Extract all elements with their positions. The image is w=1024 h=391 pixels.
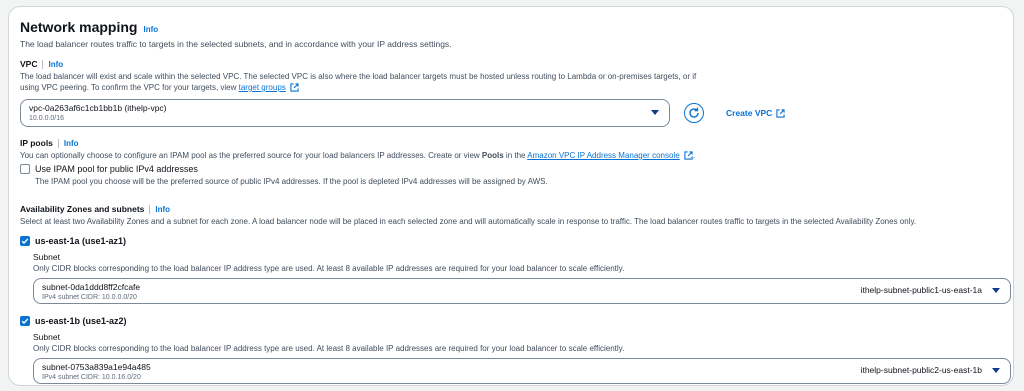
external-link-icon: [684, 151, 693, 160]
subnet-id: subnet-0753a839a1e94a485: [42, 362, 151, 372]
subnet-select-left: subnet-0da1ddd8ff2cfcafe IPv4 subnet CID…: [42, 282, 140, 303]
panel-header: Network mapping Info: [20, 19, 1002, 35]
subnet-name: ithelp-subnet-public1-us-east-1a: [860, 285, 982, 295]
zone-body: Subnet Only CIDR blocks corresponding to…: [33, 332, 1011, 384]
zone-us-east-1b: us-east-1b (use1-az2) Subnet Only CIDR b…: [20, 316, 1011, 384]
vpc-description-line2: using VPC peering. To confirm the VPC fo…: [20, 82, 1002, 93]
network-mapping-panel: Network mapping Info The load balancer r…: [8, 6, 1014, 386]
zone-us-east-1a: us-east-1a (use1-az1) Subnet Only CIDR b…: [20, 236, 1011, 304]
zone-label[interactable]: us-east-1a (use1-az1): [35, 236, 126, 246]
create-vpc-link[interactable]: Create VPC: [726, 108, 785, 118]
vpc-select[interactable]: vpc-0a263af6c1cb1bb1b (ithelp-vpc) 10.0.…: [20, 99, 670, 127]
checkmark-icon: [21, 238, 29, 245]
title-info-link[interactable]: Info: [143, 25, 158, 34]
ipam-checkbox[interactable]: [20, 164, 30, 174]
vpc-label-row: VPC Info: [20, 59, 1002, 69]
ip-pools-info-link[interactable]: Info: [64, 139, 79, 148]
subnet-description: Only CIDR blocks corresponding to the lo…: [33, 344, 625, 353]
ip-pools-description-suffix: .: [692, 151, 696, 160]
caret-down-icon: [992, 288, 1000, 293]
zone-label[interactable]: us-east-1b (use1-az2): [35, 316, 127, 326]
page-title: Network mapping: [20, 19, 138, 35]
subnet-select-left: subnet-0753a839a1e94a485 IPv4 subnet CID…: [42, 362, 151, 383]
az-label: Availability Zones and subnets: [20, 204, 145, 214]
subnet-cidr: IPv4 subnet CIDR: 10.0.16.0/20: [42, 374, 141, 381]
ip-pools-description: You can optionally choose to configure a…: [20, 150, 1002, 161]
divider: [57, 138, 59, 148]
subnet-description: Only CIDR blocks corresponding to the lo…: [33, 264, 625, 273]
refresh-button[interactable]: [684, 103, 704, 123]
external-link-icon: [290, 83, 299, 92]
target-groups-link[interactable]: target groups: [239, 83, 286, 92]
checkmark-icon: [21, 318, 29, 325]
az-info-link[interactable]: Info: [155, 205, 170, 214]
ipam-checkbox-description: The IPAM pool you choose will be the pre…: [35, 177, 548, 186]
ip-pools-label-row: IP pools Info: [20, 138, 1002, 148]
external-link-icon: [776, 108, 785, 118]
zone-body: Subnet Only CIDR blocks corresponding to…: [33, 252, 1011, 304]
zone-checkbox[interactable]: [20, 236, 30, 246]
ipam-console-link[interactable]: Amazon VPC IP Address Manager console: [527, 151, 679, 160]
zone-checkbox-row: us-east-1b (use1-az2): [20, 316, 1002, 326]
subnet-select[interactable]: subnet-0753a839a1e94a485 IPv4 subnet CID…: [33, 358, 1011, 384]
ip-pools-description-bold: Pools: [481, 151, 504, 160]
az-label-row: Availability Zones and subnets Info: [20, 204, 1002, 214]
divider: [42, 59, 44, 69]
ip-pools-description-mid: in the: [503, 151, 528, 160]
subnet-id: subnet-0da1ddd8ff2cfcafe: [42, 282, 141, 292]
subnet-label: Subnet: [33, 252, 60, 262]
vpc-description-line1: The load balancer will exist and scale w…: [20, 72, 697, 81]
refresh-icon: [689, 107, 699, 118]
vpc-info-link[interactable]: Info: [48, 60, 63, 69]
create-vpc-label: Create VPC: [726, 108, 773, 118]
subnet-label: Subnet: [33, 332, 60, 342]
caret-down-icon: [651, 110, 659, 115]
az-description: Select at least two Availability Zones a…: [20, 217, 917, 226]
divider: [149, 204, 151, 214]
ip-pools-description-prefix: You can optionally choose to configure a…: [20, 151, 482, 160]
vpc-select-row: vpc-0a263af6c1cb1bb1b (ithelp-vpc) 10.0.…: [20, 99, 1002, 127]
vpc-label: VPC: [20, 59, 38, 69]
vpc-selected-cidr: 10.0.0.0/16: [29, 115, 65, 122]
zone-checkbox-row: us-east-1a (use1-az1): [20, 236, 1002, 246]
zone-checkbox[interactable]: [20, 316, 30, 326]
caret-down-icon: [992, 368, 1000, 373]
subnet-cidr: IPv4 subnet CIDR: 10.0.0.0/20: [42, 294, 137, 301]
subnet-select[interactable]: subnet-0da1ddd8ff2cfcafe IPv4 subnet CID…: [33, 278, 1011, 304]
vpc-description-line2-text: using VPC peering. To confirm the VPC fo…: [20, 83, 239, 92]
panel-description: The load balancer routes traffic to targ…: [20, 39, 452, 49]
ip-pools-label: IP pools: [20, 138, 53, 148]
vpc-description: The load balancer will exist and scale w…: [20, 71, 1002, 93]
ipam-checkbox-label[interactable]: Use IPAM pool for public IPv4 addresses: [35, 164, 198, 174]
vpc-selected-value: vpc-0a263af6c1cb1bb1b (ithelp-vpc): [29, 103, 167, 113]
ipam-checkbox-row: Use IPAM pool for public IPv4 addresses: [20, 164, 1002, 174]
subnet-name: ithelp-subnet-public2-us-east-1b: [860, 365, 982, 375]
